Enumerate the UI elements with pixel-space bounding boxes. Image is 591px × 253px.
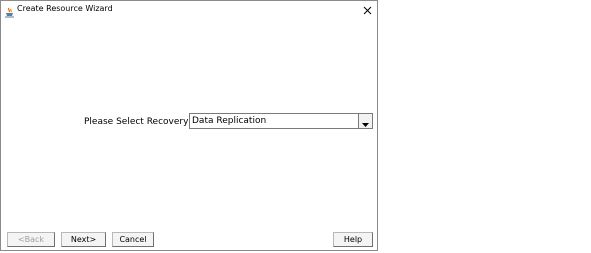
close-icon: [363, 0, 372, 19]
help-button[interactable]: Help: [333, 232, 373, 247]
next-button[interactable]: Next>: [61, 232, 106, 247]
window-title: Create Resource Wizard: [17, 4, 113, 13]
wizard-content: Please Select Recovery Kit Data Replicat…: [1, 18, 377, 250]
chevron-down-icon: [362, 112, 369, 131]
close-button[interactable]: [359, 1, 375, 17]
recovery-kit-dropdown[interactable]: Data Replication: [189, 113, 373, 129]
title-bar: Create Resource Wizard: [1, 1, 377, 18]
recovery-kit-selected-value: Data Replication: [192, 116, 267, 126]
dropdown-arrow-button[interactable]: [358, 114, 372, 128]
java-cup-icon: [4, 3, 15, 18]
cancel-button[interactable]: Cancel: [112, 232, 154, 247]
back-button[interactable]: <Back: [7, 232, 55, 247]
recovery-kit-label: Please Select Recovery Kit: [84, 117, 204, 127]
wizard-window: Create Resource Wizard Please Select Rec…: [0, 0, 378, 251]
